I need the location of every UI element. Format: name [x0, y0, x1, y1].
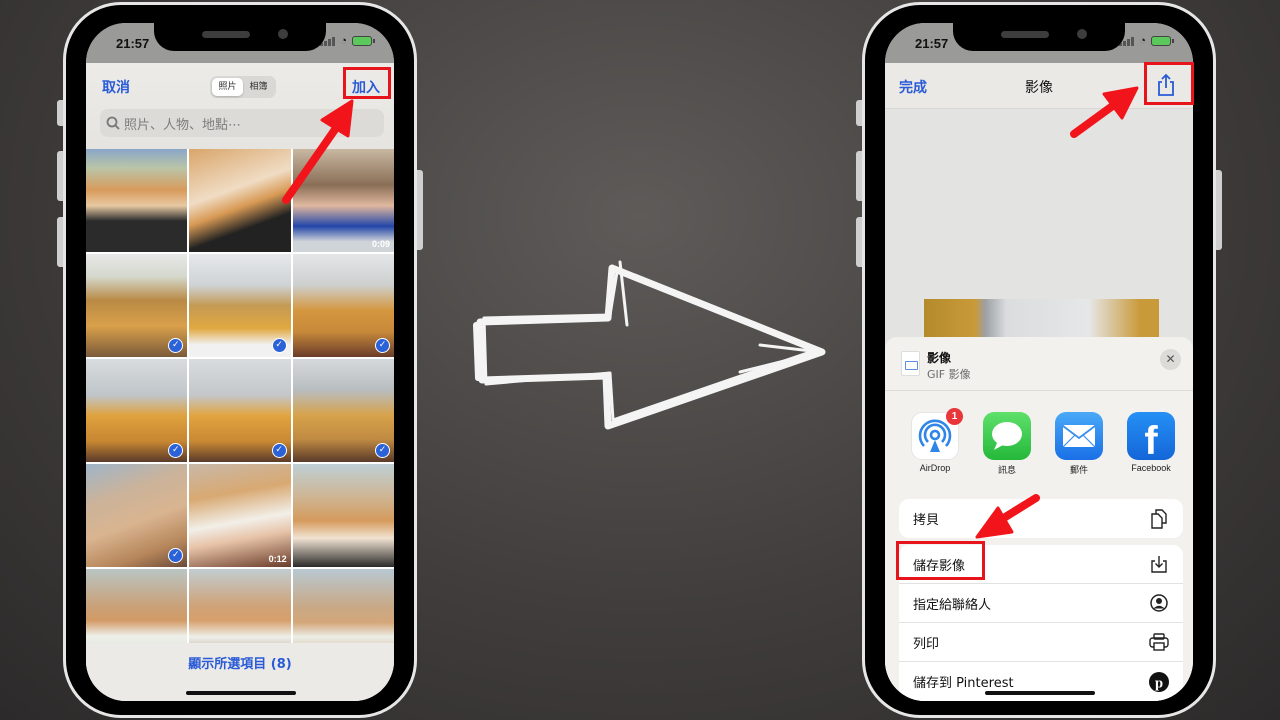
photo-thumbnail[interactable]: ✓ [292, 254, 394, 357]
photo-thumbnail[interactable]: ✓ [292, 359, 394, 462]
contact-icon [1149, 593, 1169, 613]
left-phone-frame: 21:57 ◔ 取消 照片 相簿 加入 照片、人物、地點⋯ 0:09 ✓ ✓ ✓ ✓ ✓ ✓… [57, 2, 423, 718]
svg-text:p: p [1155, 675, 1163, 691]
photo-thumbnail[interactable]: ✓ [86, 254, 188, 357]
volume-up-button [856, 151, 862, 201]
battery-charging-icon [1151, 36, 1174, 46]
volume-up-button [57, 151, 63, 201]
save-image-icon [1149, 554, 1169, 574]
selected-check-icon: ✓ [375, 443, 390, 458]
battery-charging-icon [352, 36, 375, 46]
search-input[interactable]: 照片、人物、地點⋯ [100, 109, 384, 137]
highlight-share-button [1144, 62, 1194, 105]
action-copy[interactable]: 拷貝 [899, 499, 1183, 538]
action-label: 拷貝 [913, 513, 940, 528]
notch [154, 23, 326, 51]
photo-thumbnail[interactable]: ✓ [86, 359, 188, 462]
app-line[interactable] [1187, 412, 1193, 491]
highlight-add-button [343, 67, 391, 99]
action-label: 指定給聯絡人 [913, 597, 992, 613]
search-placeholder: 照片、人物、地點⋯ [124, 117, 242, 133]
copy-icon [1149, 508, 1169, 529]
app-label: 訊息 [997, 465, 1016, 475]
video-duration: 0:12 [268, 554, 287, 564]
power-button [1216, 170, 1222, 250]
photo-thumbnail[interactable]: ✓ [86, 464, 188, 567]
selected-check-icon: ✓ [271, 443, 287, 458]
photo-thumbnail[interactable]: ✓ [189, 254, 291, 357]
app-messages[interactable]: 訊息 [971, 412, 1043, 491]
search-icon [106, 116, 120, 130]
home-indicator [186, 691, 296, 695]
photo-thumbnail[interactable] [86, 149, 188, 252]
app-airdrop[interactable]: 1 AirDrop [899, 408, 971, 491]
selected-check-icon: ✓ [168, 338, 184, 353]
action-label: 儲存到 Pinterest [913, 676, 1014, 691]
selected-check-icon: ✓ [271, 338, 287, 353]
app-label: Facebook [1131, 463, 1171, 473]
home-indicator [985, 691, 1095, 695]
action-group-copy: 拷貝 [899, 499, 1183, 538]
share-sheet-subtitle: GIF 影像 [927, 368, 971, 381]
messages-icon [983, 412, 1031, 460]
highlight-save-image [896, 541, 985, 580]
printer-icon [1149, 632, 1169, 652]
wifi-icon: ◔ [340, 35, 347, 47]
share-apps-row: 1 AirDrop 訊息 郵件 f Facebook [885, 391, 1193, 491]
mute-switch [856, 100, 862, 126]
status-time: 21:57 [915, 36, 949, 51]
notch [953, 23, 1125, 51]
mail-icon [1055, 412, 1103, 460]
share-sheet: 影像 GIF 影像 ✕ 1 AirDrop 訊息 郵件 f Facebook 拷… [885, 337, 1193, 701]
action-label: 列印 [913, 636, 940, 652]
photo-thumbnail[interactable] [292, 464, 394, 567]
photo-thumbnail[interactable] [189, 149, 291, 252]
share-sheet-title: 影像 [927, 351, 952, 365]
volume-down-button [856, 217, 862, 267]
action-print[interactable]: 列印 [899, 623, 1183, 662]
app-label: 郵件 [1069, 465, 1088, 475]
action-assign-contact[interactable]: 指定給聯絡人 [899, 584, 1183, 623]
facebook-icon: f [1127, 412, 1175, 463]
segmented-control: 照片 相簿 [210, 76, 276, 98]
close-icon[interactable]: ✕ [1160, 349, 1181, 370]
share-screen: 21:57 ◔ 完成 影像 影像 GIF 影像 ✕ 1 AirDrop 訊息 郵… [885, 23, 1193, 701]
show-selected-button[interactable]: 顯示所選項目 (8) [188, 653, 291, 672]
airdrop-badge: 1 [946, 408, 963, 425]
photo-grid: 0:09 ✓ ✓ ✓ ✓ ✓ ✓ ✓ 0:12 [86, 149, 394, 672]
airdrop-icon: 1 [911, 408, 963, 460]
action-save-pinterest[interactable]: 儲存到 Pinterest p [899, 662, 1183, 701]
photo-thumbnail[interactable]: 0:12 [189, 464, 291, 567]
cancel-button[interactable]: 取消 [102, 77, 130, 97]
share-sheet-header: 影像 GIF 影像 ✕ [885, 337, 1193, 391]
app-mail[interactable]: 郵件 [1043, 412, 1115, 491]
selected-check-icon: ✓ [168, 443, 184, 458]
right-phone-frame: 21:57 ◔ 完成 影像 影像 GIF 影像 ✕ 1 AirDrop 訊息 郵… [856, 2, 1222, 718]
selected-check-icon: ✓ [168, 548, 184, 563]
document-icon [901, 351, 920, 376]
segment-photos[interactable]: 照片 [212, 78, 243, 96]
segment-albums[interactable]: 相簿 [243, 78, 274, 96]
photo-thumbnail[interactable]: ✓ [189, 359, 291, 462]
power-button [417, 170, 423, 250]
volume-down-button [57, 217, 63, 267]
wifi-icon: ◔ [1139, 35, 1146, 47]
pinterest-icon: p [1149, 671, 1169, 692]
video-duration: 0:09 [371, 239, 390, 249]
status-time: 21:57 [116, 36, 150, 51]
mute-switch [57, 100, 63, 126]
selected-check-icon: ✓ [375, 338, 390, 353]
app-facebook[interactable]: f Facebook [1115, 412, 1187, 491]
photo-thumbnail[interactable]: 0:09 [292, 149, 394, 252]
app-label: AirDrop [919, 463, 951, 473]
photo-picker-screen: 21:57 ◔ 取消 照片 相簿 加入 照片、人物、地點⋯ 0:09 ✓ ✓ ✓ ✓ ✓ ✓… [86, 23, 394, 701]
